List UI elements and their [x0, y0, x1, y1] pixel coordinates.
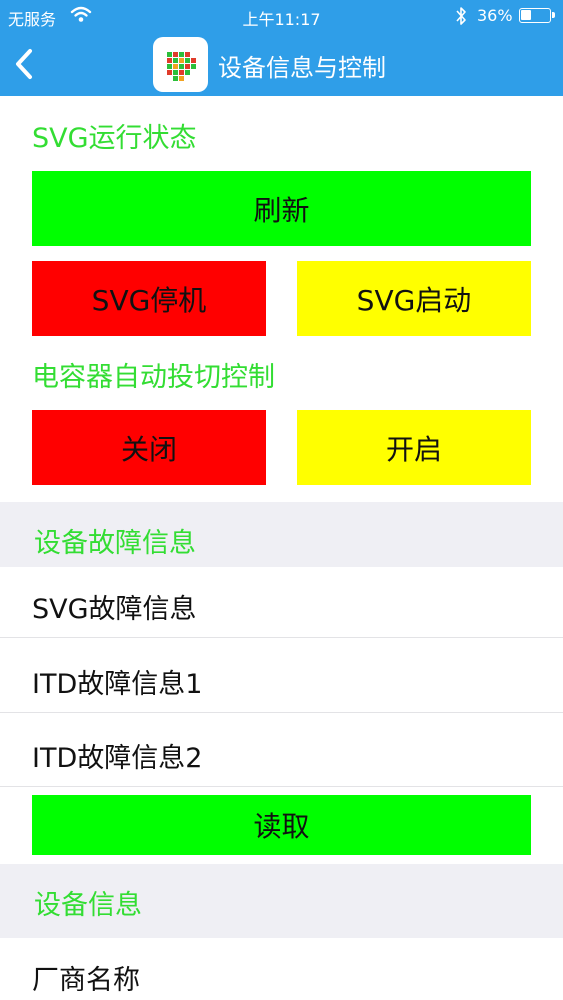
- list-item: ITD故障信息2: [0, 716, 563, 790]
- list-item-label: ITD故障信息1: [32, 669, 203, 700]
- list-item-label: ITD故障信息2: [32, 743, 203, 774]
- capacitor-control-label: 电容器自动投切控制: [32, 362, 275, 393]
- capacitor-on-button[interactable]: 开启: [297, 410, 531, 485]
- list-item-label: SVG故障信息: [32, 594, 197, 625]
- list-item: SVG故障信息: [0, 567, 563, 641]
- app-logo-icon: [153, 37, 208, 92]
- navigation-bar: 设备信息与控制: [0, 32, 563, 96]
- back-chevron-icon[interactable]: [10, 46, 40, 82]
- bluetooth-icon: [454, 5, 468, 31]
- refresh-button[interactable]: 刷新: [32, 171, 531, 246]
- list-item: 厂商名称: [0, 938, 563, 1000]
- battery-level-fill: [521, 10, 531, 20]
- battery-percent: 36%: [477, 6, 513, 25]
- read-button[interactable]: 读取: [32, 795, 531, 855]
- svg-status-label: SVG运行状态: [32, 123, 197, 154]
- divider: [0, 637, 563, 638]
- divider: [0, 712, 563, 713]
- svg-stop-button[interactable]: SVG停机: [32, 261, 266, 336]
- fault-info-header: 设备故障信息: [0, 502, 563, 576]
- device-info-header-label: 设备信息: [34, 890, 142, 921]
- device-info-header: 设备信息: [0, 864, 563, 938]
- fault-info-header-label: 设备故障信息: [34, 528, 196, 559]
- battery-icon: [519, 8, 555, 23]
- capacitor-off-button[interactable]: 关闭: [32, 410, 266, 485]
- list-item: ITD故障信息1: [0, 642, 563, 716]
- divider: [0, 786, 563, 787]
- page-title: 设备信息与控制: [218, 54, 386, 82]
- list-item-label: 厂商名称: [32, 965, 140, 996]
- status-bar: 无服务 上午11:17 36%: [0, 0, 563, 32]
- svg-start-button[interactable]: SVG启动: [297, 261, 531, 336]
